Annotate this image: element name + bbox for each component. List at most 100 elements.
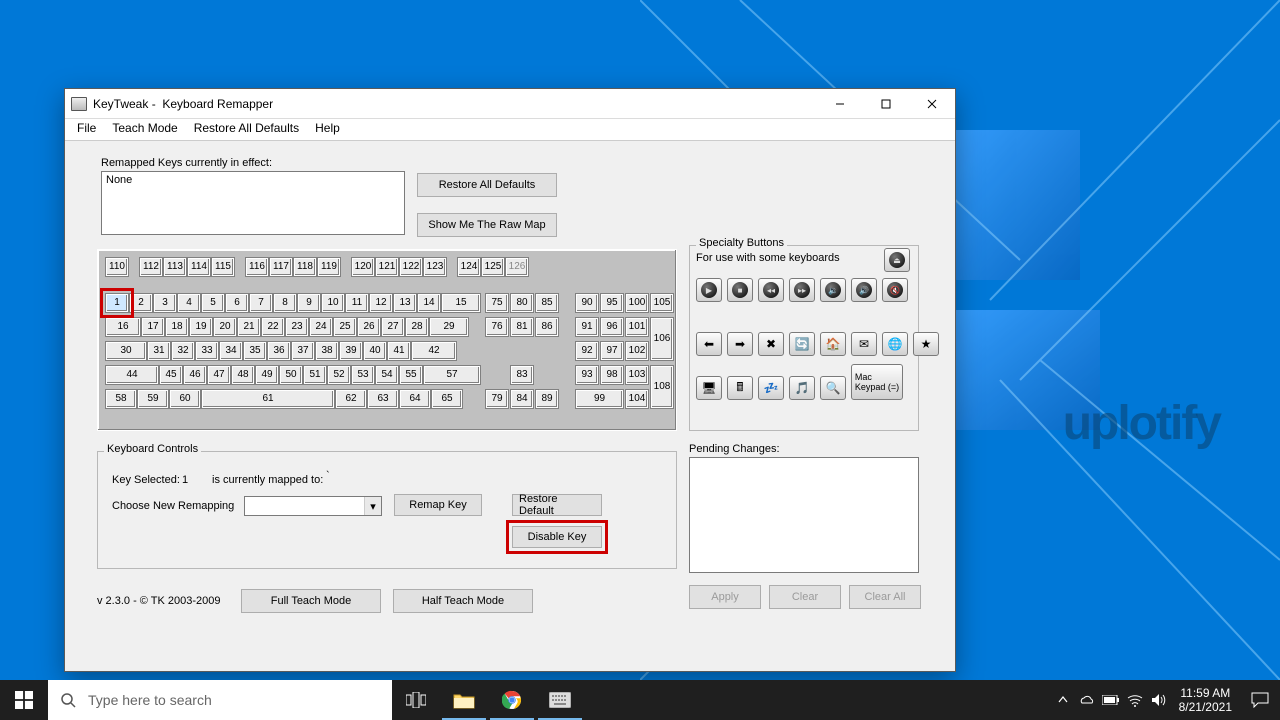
key-51[interactable]: 51 <box>304 366 326 384</box>
key-30[interactable]: 30 <box>106 342 146 360</box>
key-47[interactable]: 47 <box>208 366 230 384</box>
key-75[interactable]: 75 <box>486 294 508 312</box>
key-1[interactable]: 1 <box>106 294 128 312</box>
minimize-button[interactable] <box>817 89 863 119</box>
spec-calculator-button[interactable]: 🖩 <box>727 376 753 400</box>
menu-teach-mode[interactable]: Teach Mode <box>104 119 185 140</box>
tray-clock[interactable]: 11:59 AM 8/21/2021 <box>1171 686 1240 714</box>
key-121[interactable]: 121 <box>376 258 398 276</box>
key-91[interactable]: 91 <box>576 318 598 336</box>
key-100[interactable]: 100 <box>626 294 648 312</box>
key-39[interactable]: 39 <box>340 342 362 360</box>
key-27[interactable]: 27 <box>382 318 404 336</box>
spec-eject-button[interactable]: ⏏ <box>884 248 910 272</box>
key-46[interactable]: 46 <box>184 366 206 384</box>
key-80[interactable]: 80 <box>511 294 533 312</box>
key-6[interactable]: 6 <box>226 294 248 312</box>
key-106[interactable]: 106 <box>651 318 673 360</box>
tray-wifi[interactable] <box>1123 680 1147 720</box>
key-61[interactable]: 61 <box>202 390 334 408</box>
key-76[interactable]: 76 <box>486 318 508 336</box>
action-center[interactable] <box>1240 692 1280 708</box>
key-97[interactable]: 97 <box>601 342 623 360</box>
key-52[interactable]: 52 <box>328 366 350 384</box>
remap-key-button[interactable]: Remap Key <box>394 494 482 516</box>
key-48[interactable]: 48 <box>232 366 254 384</box>
key-41[interactable]: 41 <box>388 342 410 360</box>
key-116[interactable]: 116 <box>246 258 268 276</box>
key-62[interactable]: 62 <box>336 390 366 408</box>
show-raw-map-button[interactable]: Show Me The Raw Map <box>417 213 557 237</box>
key-45[interactable]: 45 <box>160 366 182 384</box>
key-60[interactable]: 60 <box>170 390 200 408</box>
key-5[interactable]: 5 <box>202 294 224 312</box>
spec-stop-button[interactable]: ■ <box>727 278 753 302</box>
key-19[interactable]: 19 <box>190 318 212 336</box>
taskbar-file-explorer[interactable] <box>440 680 488 720</box>
key-126[interactable]: 126 <box>506 258 528 276</box>
task-view-button[interactable] <box>392 680 440 720</box>
key-22[interactable]: 22 <box>262 318 284 336</box>
key-25[interactable]: 25 <box>334 318 356 336</box>
key-95[interactable]: 95 <box>601 294 623 312</box>
disable-key-button[interactable]: Disable Key <box>512 526 602 548</box>
half-teach-button[interactable]: Half Teach Mode <box>393 589 533 613</box>
menu-help[interactable]: Help <box>307 119 348 140</box>
clear-all-button[interactable]: Clear All <box>849 585 921 609</box>
key-40[interactable]: 40 <box>364 342 386 360</box>
taskbar-chrome[interactable] <box>488 680 536 720</box>
spec-mail-button[interactable]: ✉ <box>851 332 877 356</box>
key-2[interactable]: 2 <box>130 294 152 312</box>
spec-vol-down-button[interactable]: 🔉 <box>820 278 846 302</box>
key-79[interactable]: 79 <box>486 390 508 408</box>
key-120[interactable]: 120 <box>352 258 374 276</box>
key-13[interactable]: 13 <box>394 294 416 312</box>
key-122[interactable]: 122 <box>400 258 422 276</box>
spec-mute-button[interactable]: 🔇 <box>882 278 908 302</box>
taskbar-search[interactable]: Type here to search <box>48 680 392 720</box>
key-32[interactable]: 32 <box>172 342 194 360</box>
key-42[interactable]: 42 <box>412 342 456 360</box>
spec-media-button[interactable]: 🎵 <box>789 376 815 400</box>
key-102[interactable]: 102 <box>626 342 648 360</box>
tray-overflow[interactable] <box>1051 680 1075 720</box>
tray-onedrive[interactable] <box>1075 680 1099 720</box>
key-86[interactable]: 86 <box>536 318 558 336</box>
spec-vol-up-button[interactable]: 🔊 <box>851 278 877 302</box>
key-17[interactable]: 17 <box>142 318 164 336</box>
restore-default-button[interactable]: Restore Default <box>512 494 602 516</box>
key-84[interactable]: 84 <box>511 390 533 408</box>
key-117[interactable]: 117 <box>270 258 292 276</box>
spec-home-button[interactable]: 🏠 <box>820 332 846 356</box>
key-31[interactable]: 31 <box>148 342 170 360</box>
key-7[interactable]: 7 <box>250 294 272 312</box>
key-118[interactable]: 118 <box>294 258 316 276</box>
key-38[interactable]: 38 <box>316 342 338 360</box>
key-63[interactable]: 63 <box>368 390 398 408</box>
key-57[interactable]: 57 <box>424 366 480 384</box>
key-26[interactable]: 26 <box>358 318 380 336</box>
key-92[interactable]: 92 <box>576 342 598 360</box>
maximize-button[interactable] <box>863 89 909 119</box>
key-12[interactable]: 12 <box>370 294 392 312</box>
key-98[interactable]: 98 <box>601 366 623 384</box>
key-55[interactable]: 55 <box>400 366 422 384</box>
spec-web-button[interactable]: 🌐 <box>882 332 908 356</box>
spec-refresh-button[interactable]: 🔄 <box>789 332 815 356</box>
key-23[interactable]: 23 <box>286 318 308 336</box>
key-4[interactable]: 4 <box>178 294 200 312</box>
key-14[interactable]: 14 <box>418 294 440 312</box>
key-37[interactable]: 37 <box>292 342 314 360</box>
key-35[interactable]: 35 <box>244 342 266 360</box>
key-3[interactable]: 3 <box>154 294 176 312</box>
taskbar-keytweak[interactable] <box>536 680 584 720</box>
key-124[interactable]: 124 <box>458 258 480 276</box>
key-8[interactable]: 8 <box>274 294 296 312</box>
key-115[interactable]: 115 <box>212 258 234 276</box>
key-44[interactable]: 44 <box>106 366 158 384</box>
spec-mac-keypad-button[interactable]: Mac Keypad (=) <box>851 364 903 400</box>
start-button[interactable] <box>0 680 48 720</box>
key-101[interactable]: 101 <box>626 318 648 336</box>
key-9[interactable]: 9 <box>298 294 320 312</box>
key-119[interactable]: 119 <box>318 258 340 276</box>
